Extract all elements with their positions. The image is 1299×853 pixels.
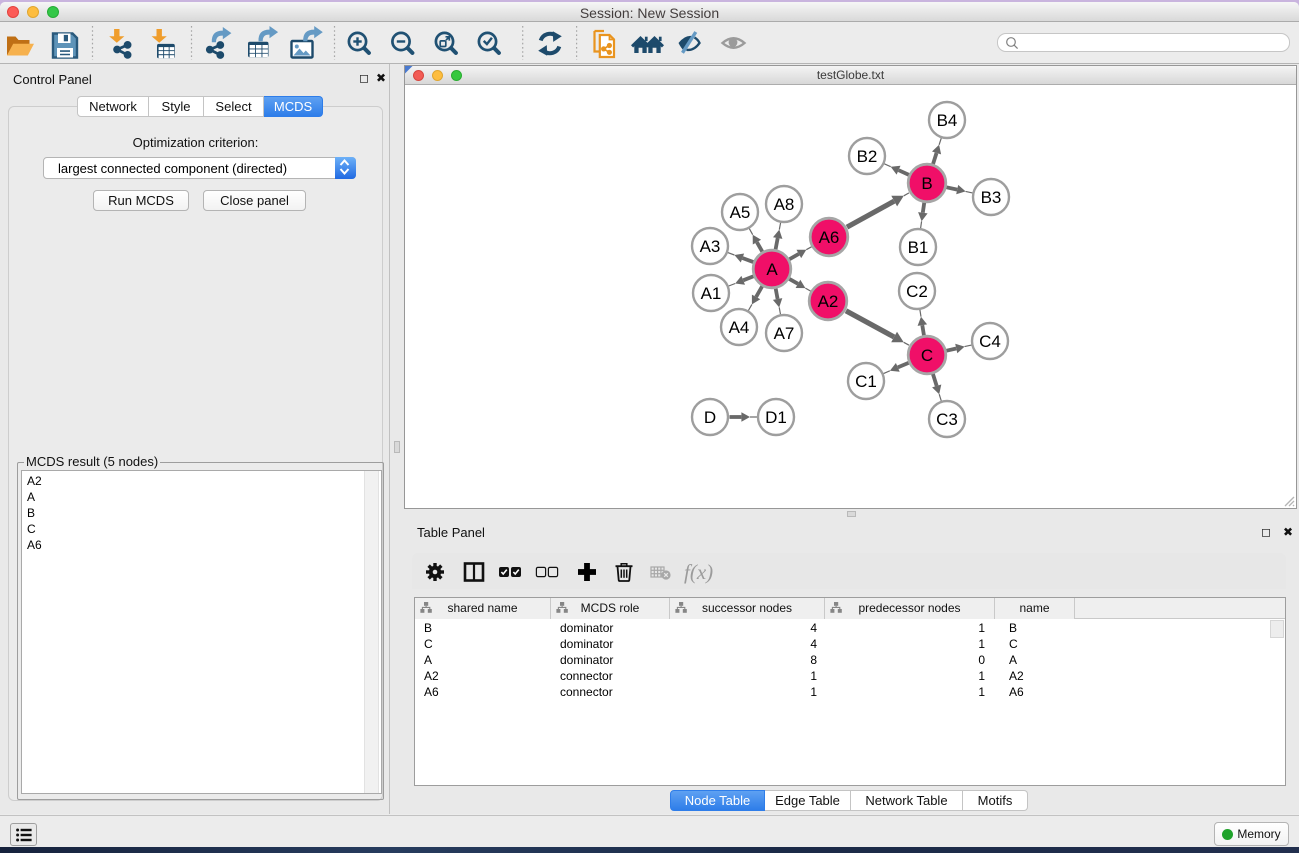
svg-text:A5: A5	[730, 203, 751, 222]
svg-text:A4: A4	[729, 318, 750, 337]
svg-text:A6: A6	[819, 228, 840, 247]
svg-text:f(x): f(x)	[684, 560, 713, 584]
svg-text:B3: B3	[981, 188, 1002, 207]
svg-text:A7: A7	[774, 324, 795, 343]
svg-text:A: A	[766, 260, 778, 279]
svg-text:B1: B1	[908, 238, 929, 257]
svg-text:A1: A1	[701, 284, 722, 303]
svg-text:B: B	[921, 174, 932, 193]
svg-text:A2: A2	[818, 292, 839, 311]
svg-text:C3: C3	[936, 410, 958, 429]
svg-text:D: D	[704, 408, 716, 427]
svg-text:B4: B4	[937, 111, 958, 130]
svg-text:D1: D1	[765, 408, 787, 427]
svg-text:A8: A8	[774, 195, 795, 214]
svg-text:C4: C4	[979, 332, 1001, 351]
svg-text:C2: C2	[906, 282, 928, 301]
svg-text:A3: A3	[700, 237, 721, 256]
svg-text:B2: B2	[857, 147, 878, 166]
svg-text:C: C	[921, 346, 933, 365]
svg-text:C1: C1	[855, 372, 877, 391]
